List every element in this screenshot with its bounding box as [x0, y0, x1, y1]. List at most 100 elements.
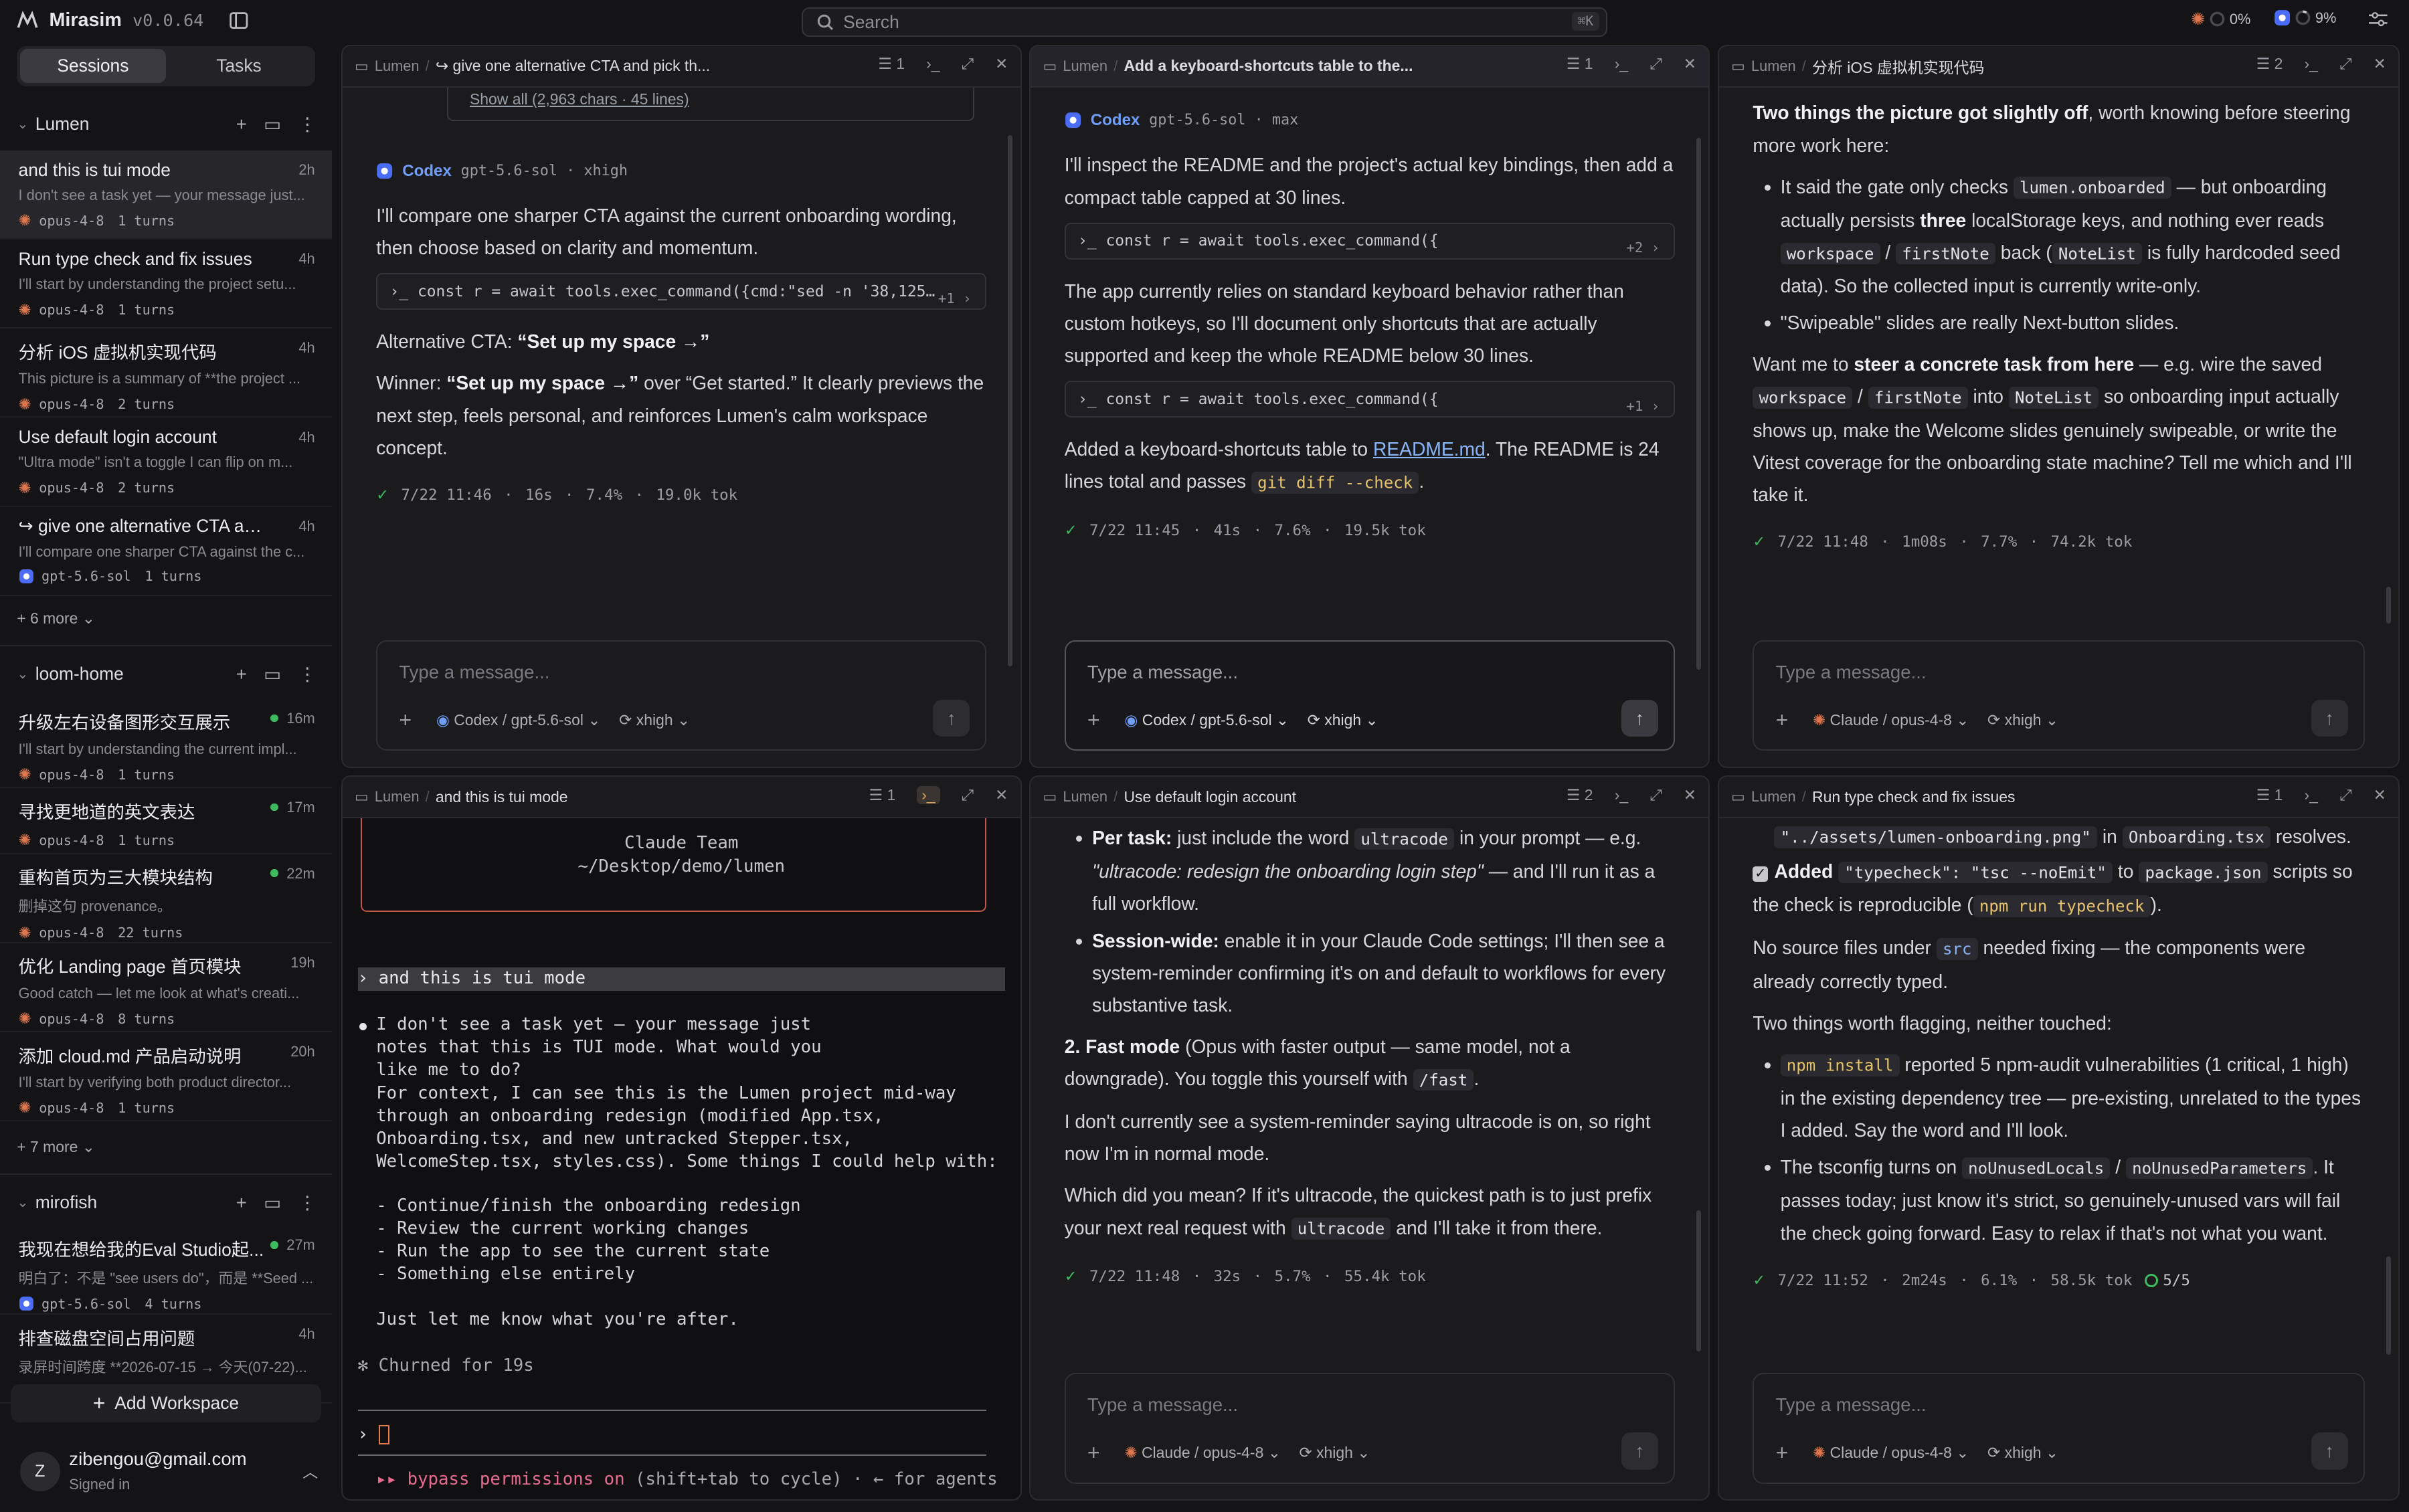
session-item[interactable]: 升级左右设备图形交互展示 16m I'll start by understandi…: [0, 699, 332, 788]
chevron-down-icon[interactable]: ⌄: [17, 666, 35, 682]
tab-tasks[interactable]: Tasks: [166, 49, 312, 83]
terminal-icon[interactable]: ›_: [1615, 786, 1628, 804]
claude-usage[interactable]: ✺ 0%: [2191, 9, 2250, 29]
agent-selector[interactable]: ✺ Claude / opus-4-8 ⌄: [1813, 1444, 1969, 1462]
attach-plus-icon[interactable]: +: [399, 708, 412, 733]
queue-count[interactable]: ☰ 1: [878, 55, 905, 73]
session-item[interactable]: and this is tui mode 2h I don't see a task…: [0, 150, 332, 240]
queue-count[interactable]: ☰ 1: [869, 786, 896, 804]
effort-selector[interactable]: ⟳ xhigh ⌄: [619, 711, 690, 729]
queue-count[interactable]: ☰ 2: [2256, 55, 2283, 73]
close-icon[interactable]: ✕: [995, 55, 1008, 73]
message-input[interactable]: Type a message...: [1087, 662, 1238, 683]
show-all-box[interactable]: Show all (2,963 chars · 45 lines): [446, 87, 974, 122]
session-item[interactable]: 添加 cloud.md 产品启动说明 20h I'll start by verif…: [0, 1032, 332, 1121]
scrollbar[interactable]: [1008, 134, 1013, 667]
session-item[interactable]: ↪ give one alternative CTA and ... 4h I'll…: [0, 507, 332, 596]
scrollbar[interactable]: [1696, 138, 1701, 670]
toggle-sidebar-icon[interactable]: [230, 11, 248, 29]
message-input[interactable]: Type a message...: [1087, 1394, 1238, 1416]
close-icon[interactable]: ✕: [2374, 55, 2386, 73]
queue-count[interactable]: ☰ 1: [1567, 55, 1593, 73]
workspace-header[interactable]: ⌄ mirofish + ▭ ⋮: [0, 1186, 332, 1220]
add-workspace-button[interactable]: + Add Workspace: [11, 1384, 321, 1422]
effort-selector[interactable]: ⟳ xhigh ⌄: [1308, 711, 1378, 729]
session-item[interactable]: Run type check and fix issues 4h I'll star…: [0, 240, 332, 329]
tool-call[interactable]: ›_ const r = await tools.exec_command({+1…: [1064, 381, 1675, 418]
scrollbar[interactable]: [2386, 586, 2391, 624]
folder-icon[interactable]: ▭: [264, 664, 281, 685]
workspace-header[interactable]: ⌄ Lumen + ▭ ⋮: [0, 108, 332, 142]
terminal-icon[interactable]: ›_: [917, 786, 940, 805]
new-session-plus-icon[interactable]: +: [236, 1192, 247, 1214]
terminal-icon[interactable]: ›_: [2305, 786, 2318, 804]
agent-selector[interactable]: ✺ Claude / opus-4-8 ⌄: [1813, 711, 1969, 729]
close-icon[interactable]: ✕: [1684, 786, 1696, 804]
more-options-icon[interactable]: ⋮: [298, 1192, 317, 1214]
show-more-sessions[interactable]: + 6 more ⌄: [17, 609, 95, 628]
message-composer[interactable]: Type a message... + ✺ Claude / opus-4-8 …: [1064, 1373, 1675, 1484]
effort-selector[interactable]: ⟳ xhigh ⌄: [1987, 1444, 2058, 1462]
message-input[interactable]: Type a message...: [1775, 662, 1926, 683]
new-session-plus-icon[interactable]: +: [236, 664, 247, 685]
folder-icon[interactable]: ▭: [264, 1192, 281, 1214]
scrollbar[interactable]: [1696, 1210, 1701, 1352]
message-composer[interactable]: Type a message... + ✺ Claude / opus-4-8 …: [1753, 1373, 2365, 1484]
terminal-icon[interactable]: ›_: [926, 55, 940, 73]
session-item[interactable]: 重构首页为三大模块结构 22m 删掉这句 provenance。 ✺ opus-4-8 2…: [0, 854, 332, 943]
queue-count[interactable]: ☰ 2: [1567, 786, 1593, 804]
settings-sliders-icon[interactable]: [2369, 11, 2388, 27]
attach-plus-icon[interactable]: +: [1087, 708, 1100, 733]
session-item[interactable]: 我现在想给我的Eval Studio起... 27m 明白了：不是 "see use…: [0, 1226, 332, 1315]
chevron-down-icon[interactable]: ⌄: [17, 116, 35, 132]
tool-call[interactable]: ›_ const r = await tools.exec_command({cm…: [376, 273, 987, 310]
chevron-down-icon[interactable]: ⌄: [17, 1194, 35, 1211]
session-item[interactable]: 优化 Landing page 首页模块 19h Good catch — let …: [0, 943, 332, 1032]
readme-link[interactable]: README.md: [1373, 438, 1486, 460]
expand-icon[interactable]: ⤢: [962, 786, 974, 804]
attach-plus-icon[interactable]: +: [1087, 1440, 1100, 1465]
message-input[interactable]: Type a message...: [1775, 1394, 1926, 1416]
session-item[interactable]: 寻找更地道的英文表达 17m ✺ opus-4-8 1 turns: [0, 788, 332, 854]
show-more-sessions[interactable]: + 7 more ⌄: [17, 1138, 95, 1156]
send-button[interactable]: ↑: [2311, 1432, 2348, 1470]
close-icon[interactable]: ✕: [2374, 786, 2386, 804]
close-icon[interactable]: ✕: [1684, 55, 1696, 73]
folder-icon[interactable]: ▭: [264, 114, 281, 135]
expand-icon[interactable]: ⤢: [2339, 55, 2351, 73]
more-options-icon[interactable]: ⋮: [298, 664, 317, 685]
attach-plus-icon[interactable]: +: [1775, 1440, 1788, 1465]
terminal-icon[interactable]: ›_: [1615, 55, 1628, 73]
more-options-icon[interactable]: ⋮: [298, 114, 317, 135]
codex-usage[interactable]: 9%: [2274, 9, 2336, 27]
message-input[interactable]: Type a message...: [399, 662, 549, 683]
scrollbar[interactable]: [2386, 1256, 2391, 1355]
chevron-up-icon[interactable]: ︿: [302, 1459, 318, 1482]
send-button[interactable]: ↑: [2311, 700, 2348, 737]
tab-sessions[interactable]: Sessions: [19, 49, 166, 83]
send-button[interactable]: ↑: [1621, 1432, 1658, 1470]
agent-selector[interactable]: ◉ Codex / gpt-5.6-sol ⌄: [1124, 711, 1289, 729]
message-composer[interactable]: Type a message... + ✺ Claude / opus-4-8 …: [1753, 640, 2365, 751]
user-account[interactable]: Z zibengou@gmail.com Signed in ︿: [17, 1436, 324, 1507]
terminal-icon[interactable]: ›_: [2305, 55, 2318, 73]
expand-icon[interactable]: ⤢: [962, 55, 974, 73]
expand-icon[interactable]: ⤢: [1649, 55, 1662, 73]
message-composer[interactable]: Type a message... + ◉ Codex / gpt-5.6-so…: [376, 640, 987, 751]
message-composer[interactable]: Type a message... + ◉ Codex / gpt-5.6-so…: [1064, 640, 1675, 751]
new-session-plus-icon[interactable]: +: [236, 114, 247, 135]
tool-call[interactable]: ›_ const r = await tools.exec_command({+2…: [1064, 222, 1675, 260]
session-item[interactable]: Use default login account 4h "Ultra mode" …: [0, 417, 332, 507]
tui-input[interactable]: ›: [358, 1424, 1005, 1446]
agent-selector[interactable]: ✺ Claude / opus-4-8 ⌄: [1124, 1444, 1281, 1462]
queue-count[interactable]: ☰ 1: [2256, 786, 2283, 804]
tasks-progress[interactable]: 5/5: [2144, 1264, 2190, 1297]
attach-plus-icon[interactable]: +: [1775, 708, 1788, 733]
search-bar[interactable]: Search ⌘K: [802, 7, 1607, 37]
effort-selector[interactable]: ⟳ xhigh ⌄: [1299, 1444, 1370, 1462]
session-item[interactable]: 分析 iOS 虚拟机实现代码 4h This picture is a summar…: [0, 328, 332, 418]
show-all-link[interactable]: Show all (2,963 chars · 45 lines): [470, 90, 689, 108]
effort-selector[interactable]: ⟳ xhigh ⌄: [1987, 711, 2058, 729]
send-button[interactable]: ↑: [1621, 700, 1658, 737]
expand-icon[interactable]: ⤢: [2339, 786, 2351, 804]
